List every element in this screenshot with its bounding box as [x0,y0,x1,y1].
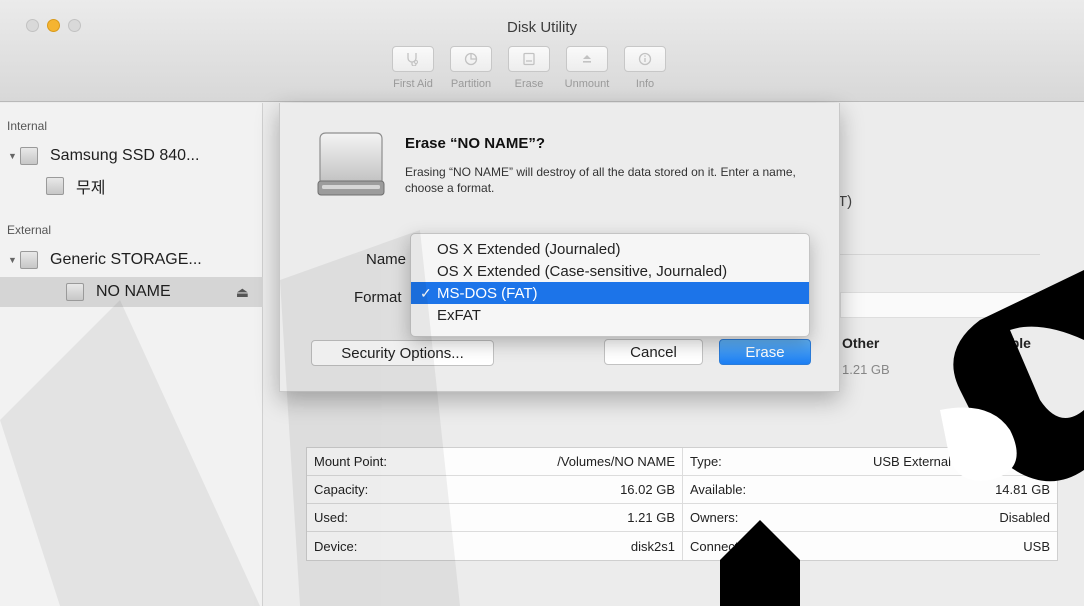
format-label: Format [354,289,402,306]
menu-item-ms-dos-fat[interactable]: ✓ MS-DOS (FAT) [411,282,809,304]
sidebar-item-label: Samsung SSD 840... [50,147,200,164]
menu-item-osx-extended-journaled[interactable]: OS X Extended (Journaled) [411,238,809,260]
unmount-tool[interactable]: Unmount [558,46,616,90]
dialog-title: Erase “NO NAME”? [405,135,546,152]
table-row: Mount Point: /Volumes/NO NAME Type: USB Ex… [307,448,1057,476]
partition-label: Partition [450,78,492,90]
sidebar-item-internal-disk[interactable]: ▼ Samsung SSD 840... [0,141,263,171]
table-cell: Type: USB External Physical Volume [682,448,1057,475]
partition-tool[interactable]: Partition [442,46,500,90]
toolbar: First Aid Partition Erase Unmount Info [384,46,674,90]
volume-subtitle-fragment: T) [838,193,853,210]
sidebar-item-label: NO NAME [96,283,171,300]
sidebar-item-external-disk[interactable]: ▼ Generic STORAGE... [0,245,263,275]
usage-other-label: Other [842,335,880,351]
usage-other-value: 1.21 GB [842,362,890,377]
info-value: USB External Physical Volume [872,454,1050,469]
sidebar-item-external-volume[interactable]: NO NAME ⏏ [0,277,263,307]
info-label: Device: [314,538,358,554]
usage-bar [840,292,1052,318]
info-value: 1.21 GB [627,510,675,525]
external-disk-icon [20,251,38,269]
info-label: Type: [690,454,722,469]
unmount-label: Unmount [564,78,610,90]
first-aid-tool[interactable]: First Aid [384,46,442,90]
info-label: Mount Point: [314,454,387,469]
info-label: Used: [314,510,348,525]
security-options-button[interactable]: Security Options... [311,340,494,366]
erase-label: Erase [514,78,544,90]
table-cell: Owners: Disabled [682,504,1057,531]
table-cell: Available: 14.81 GB [682,476,1057,503]
usage-available-value: 14.81 GB [970,362,1025,377]
eject-icon[interactable]: ⏏ [236,284,249,301]
info-label: Owners: [690,510,739,525]
info-label: Available: [690,482,747,497]
external-drive-icon [317,132,385,196]
volume-icon [66,283,84,301]
checkmark-icon: ✓ [420,284,432,301]
menu-item-label: ExFAT [437,306,481,324]
info-value: 14.81 GB [995,482,1050,497]
window-title: Disk Utility [507,19,577,36]
info-icon[interactable] [624,46,666,72]
info-label: Info [635,78,655,90]
volume-info-table: Mount Point: /Volumes/NO NAME Type: USB Ex… [306,447,1058,561]
dialog-message: Erasing “NO NAME” will destroy of all th… [405,165,796,195]
menu-item-label: OS X Extended (Case-sensitive, Journaled… [437,262,728,280]
eraser-icon[interactable] [508,46,550,72]
sidebar-section-internal: Internal [7,119,48,133]
table-cell: Connection: USB [682,532,1057,560]
table-row: Device: disk2s1 Connection: USB [307,532,1057,560]
title-bar: Disk Utility First Aid Partition Erase U… [0,0,1084,102]
info-tool[interactable]: Info [616,46,674,90]
usage-available-label: Available [970,335,1031,351]
volume-icon [46,177,64,195]
erase-button[interactable]: Erase [719,339,811,365]
sidebar-item-internal-volume[interactable]: 무제 [0,171,263,201]
disclosure-triangle-icon[interactable]: ▼ [8,151,20,161]
info-value: USB [1023,538,1050,554]
sidebar-item-label: 무제 [76,180,106,197]
info-value: 16.02 GB [620,482,675,497]
info-label: Capacity: [314,482,369,497]
divider [840,254,1040,255]
pie-icon[interactable] [450,46,492,72]
info-value: disk2s1 [630,538,675,554]
erase-tool[interactable]: Erase [500,46,558,90]
sidebar-item-label: Generic STORAGE... [50,251,202,268]
table-row: Capacity: 16.02 GB Available: 14.81 GB [307,476,1057,504]
cancel-button[interactable]: Cancel [604,339,703,365]
menu-item-label: OS X Extended (Journaled) [437,240,621,258]
disclosure-triangle-icon[interactable]: ▼ [8,255,20,265]
unmount-icon[interactable] [566,46,608,72]
sidebar: Internal ▼ Samsung SSD 840... 무제 Externa… [0,103,263,606]
table-row: Used: 1.21 GB Owners: Disabled [307,504,1057,532]
hard-disk-icon [20,147,38,165]
table-cell: Device: disk2s1 [307,532,682,560]
stethoscope-icon[interactable] [392,46,434,72]
name-label: Name [366,251,407,268]
table-cell: Mount Point: /Volumes/NO NAME [307,448,682,475]
sidebar-section-external: External [7,223,52,237]
menu-item-exfat[interactable]: ExFAT [411,304,809,326]
info-label: Connection: [690,538,760,554]
menu-item-osx-extended-case-sensitive[interactable]: OS X Extended (Case-sensitive, Journaled… [411,260,809,282]
menu-item-label: MS-DOS (FAT) [437,284,538,302]
table-cell: Capacity: 16.02 GB [307,476,682,503]
format-dropdown-menu[interactable]: OS X Extended (Journaled) OS X Extended … [410,233,810,337]
info-value: Disabled [999,510,1050,525]
table-cell: Used: 1.21 GB [307,504,682,531]
info-value: /Volumes/NO NAME [557,454,675,469]
first-aid-label: First Aid [393,78,433,90]
